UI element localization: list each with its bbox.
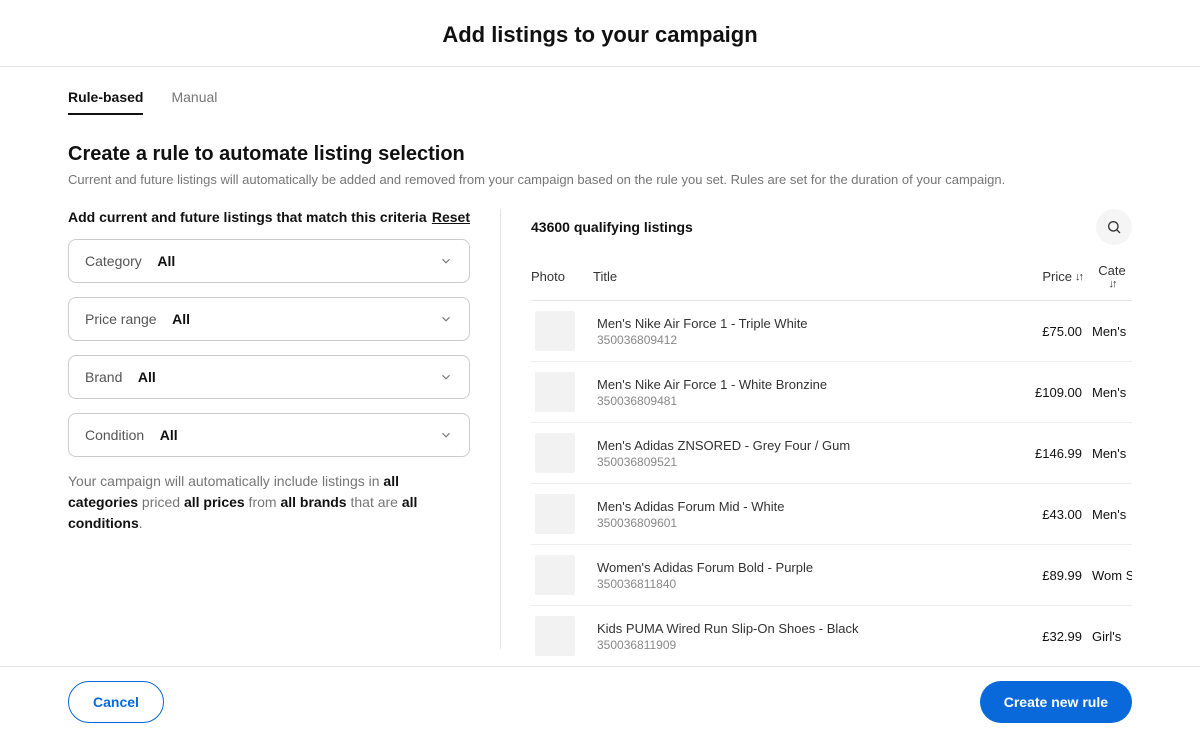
listing-category: Men's <box>1082 385 1132 400</box>
sort-icon: ↓↑ <box>1109 278 1116 290</box>
brand-select[interactable]: Brand All <box>68 355 470 399</box>
qualifying-count: 43600 qualifying listings <box>531 219 693 235</box>
condition-select-label: Condition <box>85 427 144 443</box>
table-header: Photo Title Price↓↑ Cate↓↑ <box>531 263 1132 301</box>
listing-sku: 350036809481 <box>597 394 992 408</box>
brand-select-value: All <box>138 369 156 385</box>
listing-category: Men's <box>1082 324 1132 339</box>
listing-thumbnail <box>535 372 575 412</box>
listing-title-cell: Men's Nike Air Force 1 - White Bronzine … <box>575 377 992 408</box>
price-select-value: All <box>172 311 190 327</box>
listing-category: Girl's <box>1082 629 1132 644</box>
listing-category: Men's <box>1082 507 1132 522</box>
category-select-label: Category <box>85 253 142 269</box>
create-rule-button[interactable]: Create new rule <box>980 681 1132 723</box>
listing-price: £89.99 <box>992 568 1082 583</box>
price-range-select[interactable]: Price range All <box>68 297 470 341</box>
table-row[interactable]: Women's Adidas Forum Bold - Purple 35003… <box>531 545 1132 606</box>
search-icon <box>1106 219 1122 235</box>
footer-bar: Cancel Create new rule <box>0 666 1200 737</box>
listing-sku: 350036809412 <box>597 333 992 347</box>
sort-icon: ↓↑ <box>1075 271 1082 283</box>
listing-category: Men's <box>1082 446 1132 461</box>
condition-select[interactable]: Condition All <box>68 413 470 457</box>
section-description: Current and future listings will automat… <box>68 172 1132 187</box>
listings-table-body: Men's Nike Air Force 1 - Triple White 35… <box>531 301 1132 728</box>
listing-title: Men's Adidas Forum Mid - White <box>597 499 992 514</box>
listing-title: Kids PUMA Wired Run Slip-On Shoes - Blac… <box>597 621 992 636</box>
listing-thumbnail <box>535 616 575 656</box>
listing-sku: 350036811840 <box>597 577 992 591</box>
listing-sku: 350036811909 <box>597 638 992 652</box>
listing-price: £43.00 <box>992 507 1082 522</box>
price-select-label: Price range <box>85 311 157 327</box>
listing-title-cell: Men's Adidas Forum Mid - White 350036809… <box>575 499 992 530</box>
cancel-button[interactable]: Cancel <box>68 681 164 723</box>
table-row[interactable]: Men's Adidas ZNSORED - Grey Four / Gum 3… <box>531 423 1132 484</box>
listing-sku: 350036809521 <box>597 455 992 469</box>
search-button[interactable] <box>1096 209 1132 245</box>
listing-price: £109.00 <box>992 385 1082 400</box>
chevron-down-icon <box>439 312 453 326</box>
criteria-label: Add current and future listings that mat… <box>68 209 427 225</box>
chevron-down-icon <box>439 428 453 442</box>
listing-title: Men's Adidas ZNSORED - Grey Four / Gum <box>597 438 992 453</box>
listing-title: Men's Nike Air Force 1 - Triple White <box>597 316 992 331</box>
table-row[interactable]: Men's Nike Air Force 1 - Triple White 35… <box>531 301 1132 362</box>
brand-select-label: Brand <box>85 369 122 385</box>
section-title: Create a rule to automate listing select… <box>68 143 1132 166</box>
listing-title-cell: Men's Adidas ZNSORED - Grey Four / Gum 3… <box>575 438 992 469</box>
listing-price: £32.99 <box>992 629 1082 644</box>
listing-thumbnail <box>535 494 575 534</box>
listing-sku: 350036809601 <box>597 516 992 530</box>
listing-price: £146.99 <box>992 446 1082 461</box>
reset-button[interactable]: Reset <box>432 209 470 225</box>
table-row[interactable]: Kids PUMA Wired Run Slip-On Shoes - Blac… <box>531 606 1132 667</box>
table-row[interactable]: Men's Adidas Forum Mid - White 350036809… <box>531 484 1132 545</box>
tab-manual[interactable]: Manual <box>171 89 217 115</box>
listing-title-cell: Men's Nike Air Force 1 - Triple White 35… <box>575 316 992 347</box>
criteria-panel: Add current and future listings that mat… <box>68 209 500 728</box>
page-title: Add listings to your campaign <box>0 22 1200 48</box>
listing-category: Wom Shoe <box>1082 568 1132 583</box>
category-select[interactable]: Category All <box>68 239 470 283</box>
listing-thumbnail <box>535 433 575 473</box>
category-select-value: All <box>157 253 175 269</box>
listing-thumbnail <box>535 311 575 351</box>
listing-title-cell: Women's Adidas Forum Bold - Purple 35003… <box>575 560 992 591</box>
column-photo: Photo <box>531 269 593 284</box>
column-price[interactable]: Price↓↑ <box>992 269 1082 284</box>
chevron-down-icon <box>439 370 453 384</box>
results-panel: 43600 qualifying listings Photo Title Pr… <box>501 209 1132 728</box>
column-category[interactable]: Cate↓↑ <box>1082 263 1132 290</box>
tabs: Rule-based Manual <box>68 79 1132 125</box>
column-title: Title <box>593 269 992 284</box>
listing-title: Men's Nike Air Force 1 - White Bronzine <box>597 377 992 392</box>
table-row[interactable]: Men's Nike Air Force 1 - White Bronzine … <box>531 362 1132 423</box>
chevron-down-icon <box>439 254 453 268</box>
page-header: Add listings to your campaign <box>0 0 1200 67</box>
listing-thumbnail <box>535 555 575 595</box>
tab-rule-based[interactable]: Rule-based <box>68 89 143 115</box>
listing-title: Women's Adidas Forum Bold - Purple <box>597 560 992 575</box>
rule-summary: Your campaign will automatically include… <box>68 471 470 534</box>
listing-title-cell: Kids PUMA Wired Run Slip-On Shoes - Blac… <box>575 621 992 652</box>
condition-select-value: All <box>160 427 178 443</box>
listing-price: £75.00 <box>992 324 1082 339</box>
